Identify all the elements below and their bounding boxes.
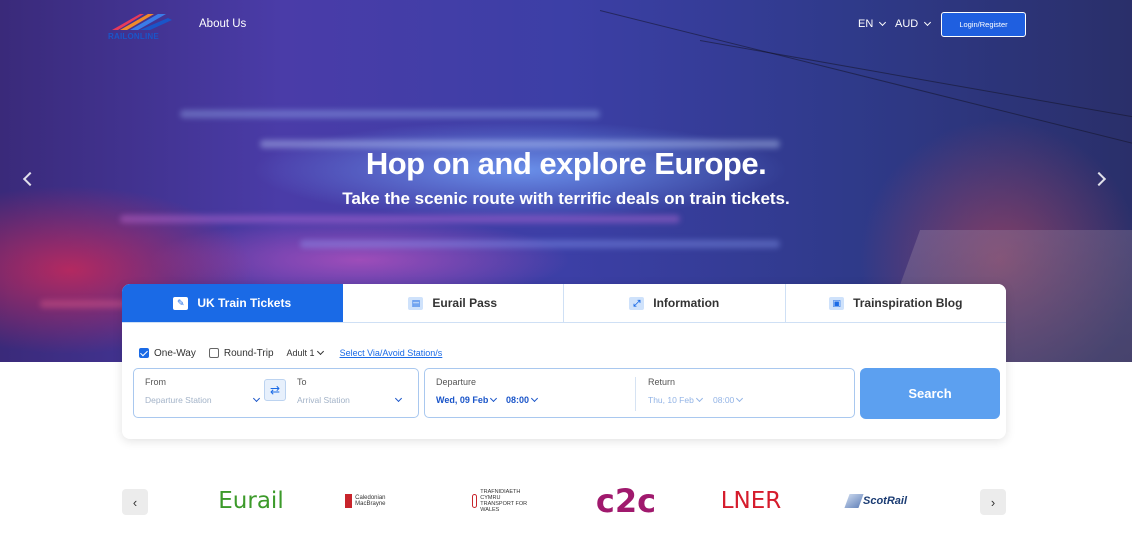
- tab-label: Eurail Pass: [432, 296, 498, 310]
- booking-panel: ✎ UK Train Tickets ▤ Eurail Pass ⤢ Infor…: [122, 284, 1006, 439]
- passenger-select[interactable]: Adult 1: [286, 347, 324, 358]
- return-label: Return: [648, 377, 676, 387]
- tab-trainspiration-blog[interactable]: ▣ Trainspiration Blog: [785, 284, 1006, 322]
- round-trip-option[interactable]: Round-Trip: [208, 347, 274, 359]
- tab-label: UK Train Tickets: [197, 296, 292, 310]
- chevron-down-icon: [695, 394, 703, 403]
- from-station-select[interactable]: Departure Station: [145, 394, 261, 405]
- one-way-checkbox[interactable]: [139, 348, 149, 358]
- via-avoid-link[interactable]: Select Via/Avoid Station/s: [340, 348, 443, 358]
- departure-date: Wed, 09 Feb: [436, 395, 489, 405]
- tab-label: Trainspiration Blog: [853, 296, 963, 310]
- currency-select[interactable]: AUD: [895, 18, 932, 30]
- c2c-logo[interactable]: c2c: [592, 480, 660, 522]
- date-divider: [635, 377, 636, 411]
- return-time-select[interactable]: 08:00: [713, 394, 744, 405]
- one-way-label: One-Way: [154, 347, 196, 359]
- pass-icon: ▤: [408, 296, 424, 310]
- login-register-button[interactable]: Login/Register: [941, 12, 1026, 37]
- tab-uk-train-tickets[interactable]: ✎ UK Train Tickets: [122, 284, 343, 322]
- hero-title: Hop on and explore Europe.: [365, 146, 767, 181]
- chevron-down-icon: [394, 394, 403, 403]
- from-placeholder: Departure Station: [145, 395, 212, 405]
- c2c-logo-text: c2c: [595, 482, 657, 520]
- partners-next-button[interactable]: ›: [980, 489, 1006, 515]
- to-station-select[interactable]: Arrival Station: [297, 394, 403, 405]
- blog-icon: ▣: [829, 296, 845, 310]
- to-placeholder: Arrival Station: [297, 395, 350, 405]
- info-icon: ⤢: [629, 296, 645, 310]
- departure-date-select[interactable]: Wed, 09 Feb: [436, 394, 498, 405]
- logo-text: RAILONLINE: [108, 32, 159, 41]
- calmac-flag-icon: [345, 494, 353, 508]
- round-trip-label: Round-Trip: [223, 347, 274, 359]
- currency-value: AUD: [895, 18, 919, 30]
- railonline-logo[interactable]: RAILONLINE: [106, 10, 178, 42]
- scotrail-logo[interactable]: ScotRail: [844, 480, 908, 522]
- departure-label: Departure: [436, 377, 477, 387]
- language-value: EN: [858, 18, 874, 30]
- eurail-logo[interactable]: Eurail: [212, 480, 290, 522]
- tab-information[interactable]: ⤢ Information: [564, 284, 786, 322]
- date-fields: Departure Wed, 09 Feb 08:00 Return Thu, …: [424, 368, 855, 418]
- calmac-logo-text: Caledonian MacBrayne: [355, 495, 386, 507]
- lner-logo[interactable]: LNER: [720, 480, 782, 522]
- departure-time: 08:00: [506, 395, 530, 405]
- logo-stripes-icon: [112, 14, 172, 30]
- chevron-down-icon: [316, 347, 324, 356]
- to-label: To: [297, 377, 307, 387]
- scotrail-saltire-icon: [844, 494, 864, 508]
- chevron-down-icon: [736, 394, 744, 403]
- return-time: 08:00: [713, 395, 735, 405]
- departure-time-select[interactable]: 08:00: [506, 394, 539, 405]
- chevron-down-icon: [530, 394, 539, 403]
- tfw-logo[interactable]: TRAFNIDIAETH CYMRU TRANSPORT FOR WALES: [472, 480, 534, 522]
- round-trip-checkbox[interactable]: [208, 348, 219, 358]
- passenger-value: Adult 1: [286, 348, 315, 358]
- return-date: Thu, 10 Feb: [648, 395, 694, 405]
- ticket-icon: ✎: [173, 296, 189, 310]
- page: RAILONLINE About Us EN AUD Login/Registe…: [0, 0, 1132, 560]
- tab-eurail-pass[interactable]: ▤ Eurail Pass: [342, 284, 564, 322]
- calmac-logo[interactable]: Caledonian MacBrayne: [345, 480, 411, 522]
- lner-logo-text: LNER: [720, 488, 782, 514]
- hero-subtitle: Take the scenic route with terrific deal…: [342, 189, 790, 208]
- return-date-select[interactable]: Thu, 10 Feb: [648, 394, 703, 405]
- swap-stations-button[interactable]: ⇄: [264, 379, 286, 401]
- about-us-link[interactable]: About Us: [199, 18, 246, 30]
- booking-tabs: ✎ UK Train Tickets ▤ Eurail Pass ⤢ Infor…: [122, 284, 1006, 323]
- eurail-logo-text: Eurail: [218, 488, 284, 514]
- search-button[interactable]: Search: [860, 368, 1000, 419]
- from-label: From: [145, 377, 166, 387]
- language-select[interactable]: EN: [858, 18, 887, 30]
- tfw-logo-text: TRAFNIDIAETH CYMRU TRANSPORT FOR WALES: [480, 488, 528, 514]
- tfw-emblem-icon: [472, 494, 478, 508]
- scotrail-logo-text: ScotRail: [862, 495, 907, 507]
- station-fields: From Departure Station ⇄ To Arrival Stat…: [133, 368, 419, 418]
- chevron-down-icon: [924, 18, 932, 27]
- chevron-down-icon: [252, 394, 261, 403]
- chevron-down-icon: [879, 18, 887, 27]
- tab-label: Information: [653, 296, 720, 310]
- one-way-option[interactable]: One-Way: [139, 348, 196, 359]
- partners-prev-button[interactable]: ‹: [122, 489, 148, 515]
- chevron-down-icon: [490, 394, 498, 403]
- trip-options: One-Way Round-Trip Adult 1 Select Via/Av…: [139, 346, 442, 360]
